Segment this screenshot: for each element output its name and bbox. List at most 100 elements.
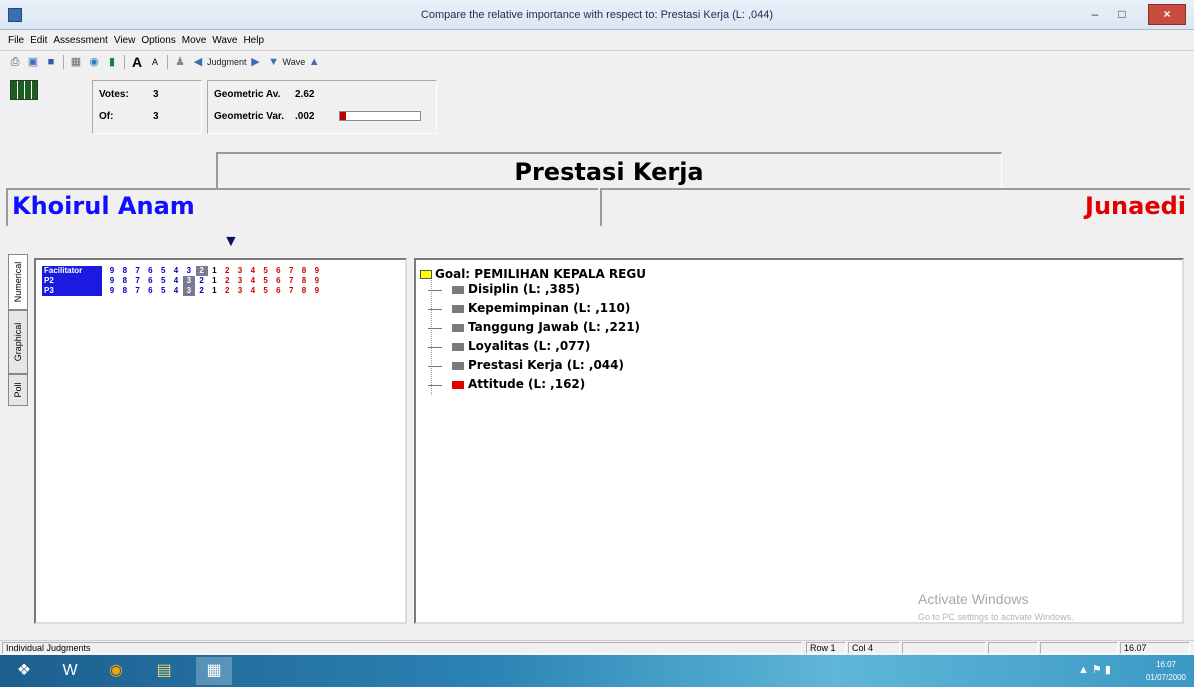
expert-choice-app-icon[interactable]: ▦ bbox=[196, 657, 232, 685]
maximize-button[interactable]: □ bbox=[1112, 5, 1132, 25]
judgment-scale-cell[interactable]: 7 bbox=[285, 266, 297, 276]
judgment-scale-cell[interactable]: 3 bbox=[182, 286, 195, 296]
chart-icon[interactable]: ▦ bbox=[69, 55, 83, 69]
menu-options[interactable]: Options bbox=[138, 31, 178, 46]
book-icon[interactable]: ▮ bbox=[105, 55, 119, 69]
arrow-down-icon[interactable]: ▼ bbox=[267, 55, 281, 69]
system-tray-icons[interactable]: ▲ ⚑ ▮ bbox=[1078, 663, 1111, 676]
menu-assessment[interactable]: Assessment bbox=[50, 31, 110, 46]
judgment-scale-cell[interactable]: 5 bbox=[260, 286, 272, 296]
print-icon[interactable]: ⎙ bbox=[8, 55, 22, 69]
goal-node-label[interactable]: Goal: PEMILIHAN KEPALA REGU bbox=[435, 267, 646, 281]
judgment-scale-cell[interactable]: 7 bbox=[285, 286, 297, 296]
judgment-scale-cell[interactable]: 2 bbox=[221, 286, 233, 296]
judgment-scale-cell[interactable]: 3 bbox=[182, 276, 195, 286]
save-icon[interactable]: ■ bbox=[44, 55, 58, 69]
wave-label[interactable]: Wave bbox=[283, 57, 306, 67]
tab-poll[interactable]: Poll bbox=[8, 374, 28, 406]
judgment-label[interactable]: Judgment bbox=[207, 57, 247, 67]
tab-graphical[interactable]: Graphical bbox=[8, 310, 28, 374]
judgment-scale-cell[interactable]: 4 bbox=[247, 276, 259, 286]
judgment-scale-cell[interactable]: 9 bbox=[106, 276, 118, 286]
judgment-scale-cell[interactable]: 5 bbox=[260, 276, 272, 286]
judgment-scale-cell[interactable]: 2 bbox=[221, 266, 233, 276]
minimize-button[interactable]: – bbox=[1085, 5, 1105, 25]
close-button[interactable]: × bbox=[1148, 4, 1186, 25]
menu-move[interactable]: Move bbox=[179, 31, 209, 46]
arrow-up-icon[interactable]: ▲ bbox=[307, 55, 321, 69]
arrow-right-icon[interactable]: ▶ bbox=[249, 55, 263, 69]
judgment-scale-cell[interactable]: 7 bbox=[285, 276, 297, 286]
status-col: Col 4 bbox=[848, 642, 900, 654]
judgment-scale-cell[interactable]: 8 bbox=[298, 266, 310, 276]
judgment-scale-cell[interactable]: 2 bbox=[196, 286, 208, 296]
arrow-left-icon[interactable]: ◀ bbox=[191, 55, 205, 69]
judgment-scale-cell[interactable]: 2 bbox=[196, 276, 208, 286]
chrome-app-icon[interactable]: ◉ bbox=[98, 657, 134, 685]
judgment-scale-cell[interactable]: 4 bbox=[170, 286, 182, 296]
judgment-scale-cell[interactable]: 1 bbox=[208, 286, 220, 296]
judgment-scale-cell[interactable]: 8 bbox=[298, 286, 310, 296]
judgment-scale-cell[interactable]: 7 bbox=[132, 276, 144, 286]
judgment-scale-cell[interactable]: 7 bbox=[132, 286, 144, 296]
judgment-scale-cell[interactable]: 2 bbox=[221, 276, 233, 286]
judgment-scale-cell[interactable]: 5 bbox=[260, 266, 272, 276]
judgment-pointer-icon[interactable]: ▼ bbox=[223, 233, 239, 251]
judgment-scale-cell[interactable]: 9 bbox=[106, 266, 118, 276]
menu-edit[interactable]: Edit bbox=[27, 31, 50, 46]
judgment-scale-cell[interactable]: 5 bbox=[157, 276, 169, 286]
judgment-scale-cell[interactable]: 4 bbox=[247, 266, 259, 276]
judgment-scale-cell[interactable]: 8 bbox=[119, 286, 131, 296]
judgment-scale-cell[interactable]: 4 bbox=[170, 266, 182, 276]
toolbar-separator bbox=[167, 55, 168, 69]
judgment-scale-cell[interactable]: 6 bbox=[272, 286, 284, 296]
print-preview-icon[interactable]: ▣ bbox=[26, 55, 40, 69]
judgment-scale-cell[interactable]: 9 bbox=[311, 276, 323, 286]
menu-wave[interactable]: Wave bbox=[209, 31, 240, 46]
judgment-scale-cell[interactable]: 8 bbox=[119, 266, 131, 276]
judgment-scale-cell[interactable]: 3 bbox=[234, 266, 246, 276]
judgment-scale-cell[interactable]: 6 bbox=[272, 266, 284, 276]
judgment-scale-cell[interactable]: 9 bbox=[311, 266, 323, 276]
word-app-icon[interactable]: W bbox=[52, 657, 88, 685]
participant-label[interactable]: P3 bbox=[42, 286, 102, 296]
judgment-scale-cell[interactable]: 3 bbox=[183, 266, 195, 276]
judgment-scale-cell[interactable]: 1 bbox=[208, 266, 220, 276]
judgment-scale-cell[interactable]: 6 bbox=[144, 286, 156, 296]
judgment-scale-cell[interactable]: 5 bbox=[157, 286, 169, 296]
toolbar-separator bbox=[63, 55, 64, 69]
menu-help[interactable]: Help bbox=[240, 31, 267, 46]
file-explorer-icon[interactable]: ▤ bbox=[146, 657, 182, 685]
judgment-scale-cell[interactable]: 7 bbox=[132, 266, 144, 276]
globe-icon[interactable]: ◉ bbox=[87, 55, 101, 69]
judgment-scale-cell[interactable]: 6 bbox=[272, 276, 284, 286]
menu-file[interactable]: File bbox=[0, 31, 27, 46]
geo-av-label: Geometric Av. bbox=[214, 89, 281, 100]
taskbar-clock[interactable]: 16:07 01/07/2000 bbox=[1140, 658, 1192, 684]
people-icon[interactable]: ♟ bbox=[173, 55, 187, 69]
font-larger-icon[interactable]: A bbox=[130, 55, 144, 69]
judgment-scale-cell[interactable]: 9 bbox=[106, 286, 118, 296]
tab-numerical[interactable]: Numerical bbox=[8, 254, 28, 310]
judgment-scale-cell[interactable]: 6 bbox=[144, 276, 156, 286]
status-cell-empty bbox=[902, 642, 986, 654]
judgment-scale-cell[interactable]: 8 bbox=[298, 276, 310, 286]
judgment-scale-cell[interactable]: 8 bbox=[119, 276, 131, 286]
matrix-icon[interactable] bbox=[10, 80, 38, 100]
tree-branch-line bbox=[428, 309, 442, 310]
judgment-scale-cell[interactable]: 4 bbox=[247, 286, 259, 296]
judgment-scale-cell[interactable]: 4 bbox=[170, 276, 182, 286]
judgment-scale-cell[interactable]: 5 bbox=[157, 266, 169, 276]
font-smaller-icon[interactable]: A bbox=[148, 55, 162, 69]
participant-label[interactable]: P2 bbox=[42, 276, 102, 286]
judgment-scale-cell[interactable]: 9 bbox=[311, 286, 323, 296]
judgment-scale-cell[interactable]: 3 bbox=[234, 276, 246, 286]
goal-node-icon bbox=[420, 270, 432, 279]
menu-view[interactable]: View bbox=[111, 31, 139, 46]
start-button[interactable]: ❖ bbox=[6, 657, 42, 685]
judgment-scale-cell[interactable]: 6 bbox=[144, 266, 156, 276]
judgment-scale-cell[interactable]: 2 bbox=[195, 266, 208, 276]
judgment-scale-cell[interactable]: 1 bbox=[208, 276, 220, 286]
participant-label[interactable]: Facilitator bbox=[42, 266, 102, 276]
judgment-scale-cell[interactable]: 3 bbox=[234, 286, 246, 296]
